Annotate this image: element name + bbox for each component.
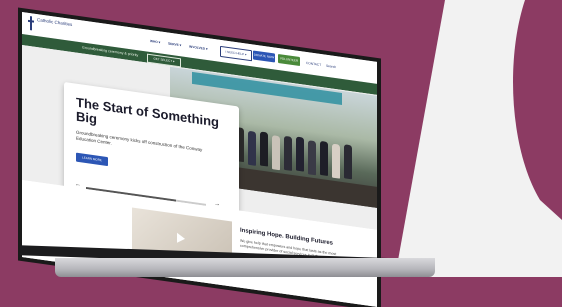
laptop-base: [55, 258, 435, 277]
person: [344, 144, 352, 180]
person: [308, 140, 316, 176]
nav-involved[interactable]: INVOLVED ▾: [189, 44, 208, 51]
search-link[interactable]: Search: [326, 64, 336, 69]
laptop: Catholic Charities WHO ▾ SERVE ▾ INVOLVE…: [0, 0, 562, 307]
learn-more-button[interactable]: LEARN MORE: [76, 152, 108, 167]
person: [248, 130, 256, 166]
person: [284, 135, 292, 171]
need-help-button[interactable]: I NEED HELP ▾: [220, 45, 252, 62]
nav-serve[interactable]: SERVE ▾: [168, 42, 181, 48]
play-icon[interactable]: [177, 232, 185, 244]
contact-link[interactable]: CONTACT: [306, 61, 321, 67]
person: [272, 135, 280, 171]
person: [332, 143, 340, 179]
person: [320, 140, 328, 177]
person: [260, 131, 268, 167]
volunteer-button[interactable]: VOLUNTEER: [278, 53, 300, 67]
logo-cross-icon: [28, 16, 34, 31]
site-logo[interactable]: Catholic Charities: [37, 17, 77, 28]
donate-button[interactable]: DONATE NOW: [253, 50, 275, 63]
nav-who[interactable]: WHO ▾: [150, 39, 160, 44]
person: [296, 136, 304, 172]
